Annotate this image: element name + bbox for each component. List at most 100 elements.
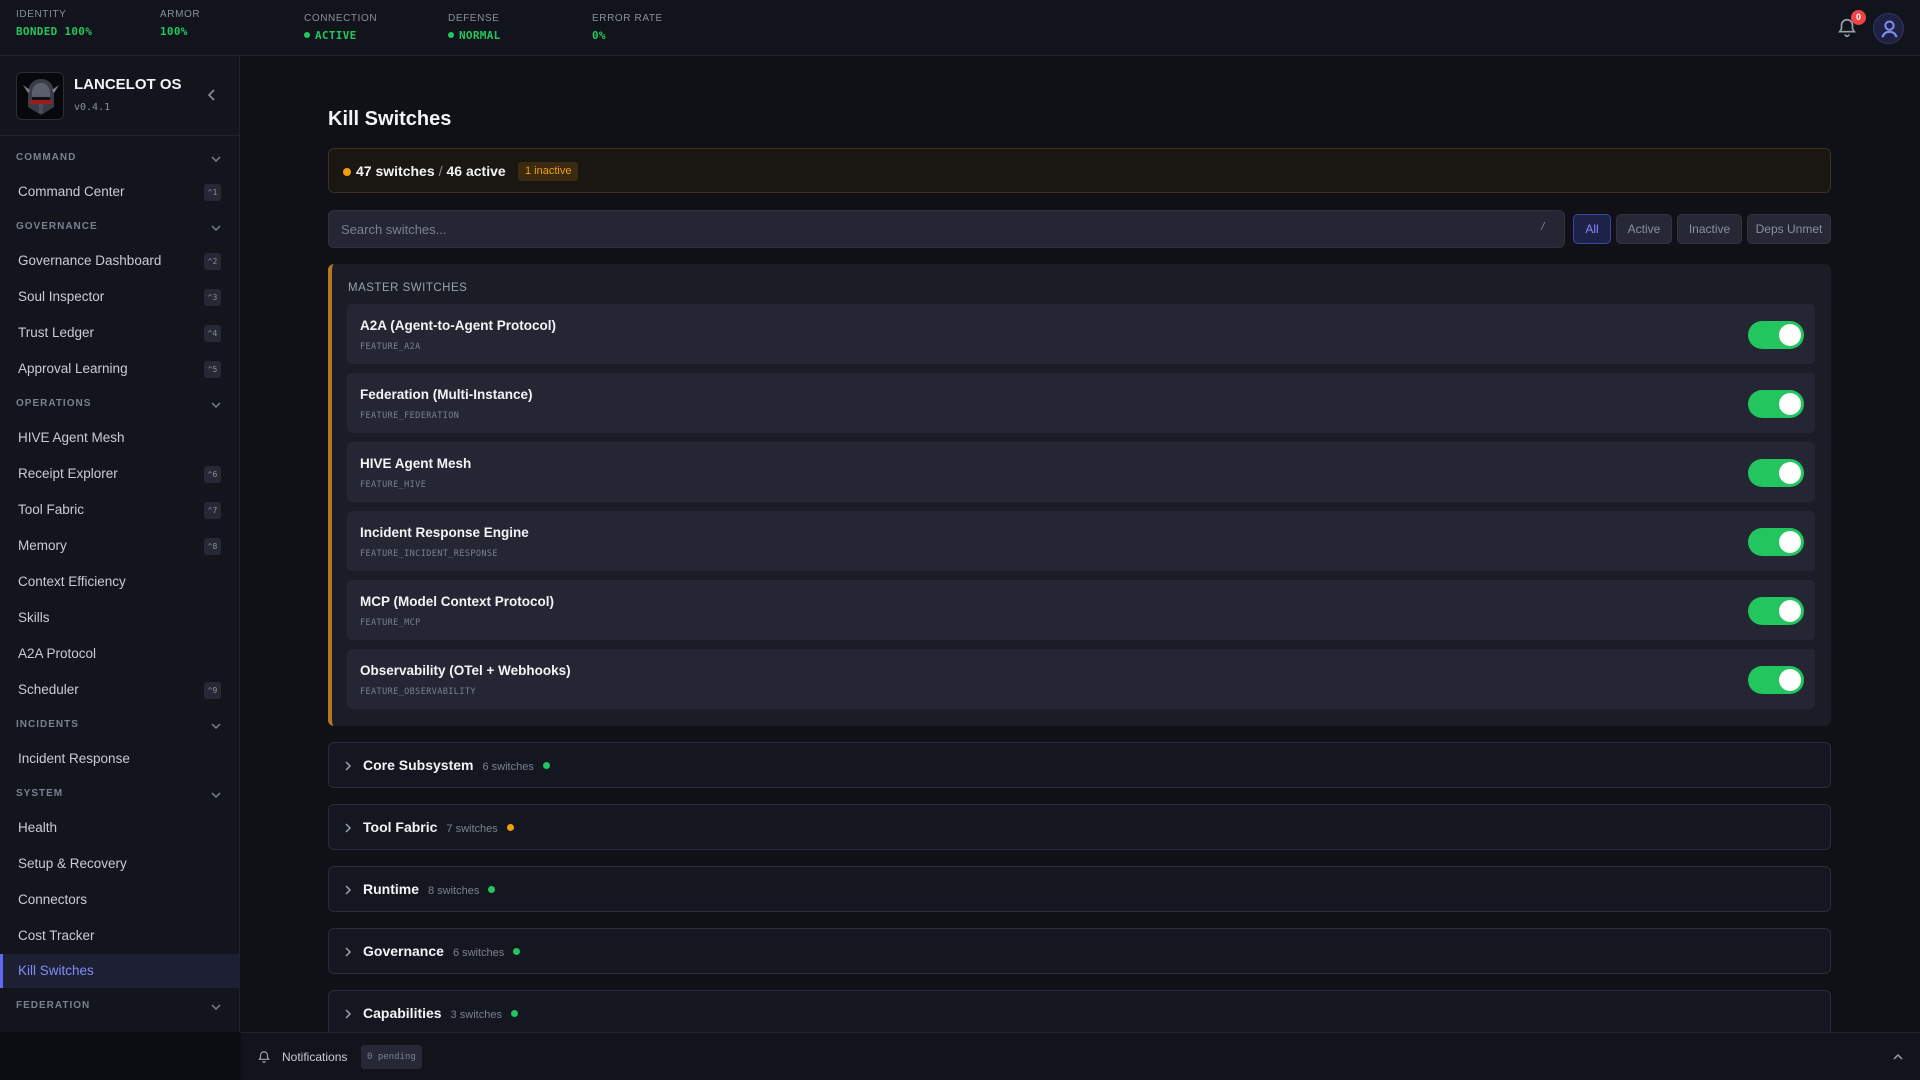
summary-text: 47 switches/46 active bbox=[356, 163, 506, 179]
avatar[interactable] bbox=[1873, 13, 1904, 44]
section-governance[interactable]: GOVERNANCE bbox=[0, 217, 240, 239]
shortcut-badge: ^1 bbox=[204, 184, 221, 201]
connection-label: CONNECTION bbox=[304, 13, 378, 24]
sidebar-item-label: Scheduler bbox=[18, 682, 79, 697]
section-incidents[interactable]: INCIDENTS bbox=[0, 715, 240, 737]
collapse-sidebar-icon[interactable] bbox=[205, 88, 219, 102]
section-operations-title: OPERATIONS bbox=[16, 398, 92, 409]
filter-all-button[interactable]: All bbox=[1573, 214, 1611, 244]
chevron-down-icon bbox=[211, 225, 221, 232]
sidebar-item-label: Setup & Recovery bbox=[18, 856, 127, 871]
sidebar-item-scheduler[interactable]: Scheduler ^9 bbox=[0, 673, 239, 707]
switch-toggle[interactable] bbox=[1748, 528, 1804, 556]
sidebar-item-label: Soul Inspector bbox=[18, 289, 105, 304]
sidebar-item-memory[interactable]: Memory ^8 bbox=[0, 529, 239, 563]
sidebar-item-cost-tracker[interactable]: Cost Tracker bbox=[0, 919, 239, 953]
group-status-dot bbox=[488, 886, 496, 893]
shortcut-badge: ^4 bbox=[204, 325, 221, 342]
toggle-knob bbox=[1779, 531, 1801, 553]
sidebar-item-tool-fabric[interactable]: Tool Fabric ^7 bbox=[0, 493, 239, 527]
chevron-right-icon bbox=[345, 1009, 352, 1019]
sidebar-item-label: A2A Protocol bbox=[18, 646, 97, 661]
switch-toggle[interactable] bbox=[1748, 321, 1804, 349]
sidebar-item-incident-response[interactable]: Incident Response bbox=[0, 742, 239, 776]
group-name: Tool Fabric bbox=[363, 819, 438, 835]
sidebar-item-a2a-protocol[interactable]: A2A Protocol bbox=[0, 637, 239, 671]
sidebar-item-setup-recovery[interactable]: Setup & Recovery bbox=[0, 847, 239, 881]
switch-code: FEATURE_A2A bbox=[360, 342, 421, 352]
switch-summary-banner: 47 switches/46 active 1 inactive bbox=[328, 148, 1831, 193]
switch-name: Incident Response Engine bbox=[360, 525, 529, 540]
sidebar-item-receipt-explorer[interactable]: Receipt Explorer ^6 bbox=[0, 457, 239, 491]
filter-active-button[interactable]: Active bbox=[1616, 214, 1672, 244]
group-status-dot bbox=[542, 762, 550, 769]
switch-name: Federation (Multi-Instance) bbox=[360, 387, 533, 402]
switch-row-mcp: MCP (Model Context Protocol) FEATURE_MCP bbox=[347, 580, 1815, 640]
sidebar-item-trust-ledger[interactable]: Trust Ledger ^4 bbox=[0, 316, 239, 350]
section-command[interactable]: COMMAND bbox=[0, 148, 240, 170]
sidebar-item-kill-switches[interactable]: Kill Switches bbox=[0, 954, 239, 988]
sidebar-item-soul-inspector[interactable]: Soul Inspector ^3 bbox=[0, 280, 239, 314]
connection-value: ACTIVE bbox=[315, 29, 357, 42]
armor-label: ARMOR bbox=[160, 9, 201, 20]
group-runtime[interactable]: Runtime 8 switches bbox=[328, 866, 1831, 912]
group-tool-fabric[interactable]: Tool Fabric 7 switches bbox=[328, 804, 1831, 850]
switch-toggle[interactable] bbox=[1748, 459, 1804, 487]
sidebar-item-label: Tool Fabric bbox=[18, 502, 85, 517]
group-capabilities[interactable]: Capabilities 3 switches bbox=[328, 990, 1831, 1036]
identity-metric: IDENTITY BONDED 100% bbox=[16, 9, 92, 38]
section-federation[interactable]: FEDERATION bbox=[0, 996, 240, 1018]
switch-row-observability: Observability (OTel + Webhooks) FEATURE_… bbox=[347, 649, 1815, 709]
brand-name: LANCELOT OS bbox=[74, 76, 182, 93]
sidebar-item-hive-agent-mesh[interactable]: HIVE Agent Mesh bbox=[0, 421, 239, 455]
switch-code: FEATURE_MCP bbox=[360, 618, 421, 628]
sidebar-item-approval-learning[interactable]: Approval Learning ^5 bbox=[0, 352, 239, 386]
sidebar-item-label: Command Center bbox=[18, 184, 125, 199]
group-name: Governance bbox=[363, 943, 444, 959]
shortcut-badge: ^3 bbox=[204, 289, 221, 306]
switch-toggle[interactable] bbox=[1748, 390, 1804, 418]
chevron-down-icon bbox=[211, 1004, 221, 1011]
sidebar-item-skills[interactable]: Skills bbox=[0, 601, 239, 635]
search-input[interactable] bbox=[328, 210, 1565, 248]
sidebar-item-label: Incident Response bbox=[18, 751, 130, 766]
error-rate-label: ERROR RATE bbox=[592, 13, 663, 24]
group-governance[interactable]: Governance 6 switches bbox=[328, 928, 1831, 974]
sidebar-item-context-efficiency[interactable]: Context Efficiency bbox=[0, 565, 239, 599]
switch-row-a2a: A2A (Agent-to-Agent Protocol) FEATURE_A2… bbox=[347, 304, 1815, 364]
section-operations[interactable]: OPERATIONS bbox=[0, 394, 240, 416]
filter-inactive-button[interactable]: Inactive bbox=[1677, 214, 1742, 244]
group-count: 6 switches bbox=[452, 947, 505, 959]
status-bar: IDENTITY BONDED 100% ARMOR 100% CONNECTI… bbox=[0, 0, 1920, 56]
chevron-up-icon[interactable] bbox=[1892, 1051, 1904, 1063]
group-name: Capabilities bbox=[363, 1005, 442, 1021]
sidebar-item-command-center[interactable]: Command Center ^1 bbox=[0, 175, 239, 209]
sidebar-item-connectors[interactable]: Connectors bbox=[0, 883, 239, 917]
sidebar-item-label: Cost Tracker bbox=[18, 928, 95, 943]
switch-toggle[interactable] bbox=[1748, 666, 1804, 694]
total-switches: 47 switches bbox=[356, 163, 435, 179]
defense-metric: DEFENSE NORMAL bbox=[448, 13, 501, 42]
filter-deps-unmet-button[interactable]: Deps Unmet bbox=[1747, 214, 1831, 244]
group-core-subsystem[interactable]: Core Subsystem 6 switches bbox=[328, 742, 1831, 788]
shortcut-badge: ^2 bbox=[204, 253, 221, 270]
group-count: 7 switches bbox=[446, 823, 498, 835]
pending-badge: 0 pending bbox=[361, 1045, 422, 1069]
switch-row-hive: HIVE Agent Mesh FEATURE_HIVE bbox=[347, 442, 1815, 502]
switch-name: Observability (OTel + Webhooks) bbox=[360, 663, 571, 678]
group-status-dot bbox=[506, 824, 514, 831]
shortcut-badge: ^5 bbox=[204, 361, 221, 378]
toggle-knob bbox=[1779, 324, 1801, 346]
sidebar-footer bbox=[0, 1032, 240, 1080]
notifications-bar[interactable]: Notifications 0 pending bbox=[241, 1032, 1920, 1080]
connection-status-dot bbox=[304, 32, 310, 38]
sidebar-item-label: Approval Learning bbox=[18, 361, 128, 376]
active-switches: 46 active bbox=[446, 163, 506, 179]
switch-code: FEATURE_INCIDENT_RESPONSE bbox=[360, 549, 498, 559]
group-count: 6 switches bbox=[482, 761, 534, 773]
sidebar-item-health[interactable]: Health bbox=[0, 811, 239, 845]
switch-toggle[interactable] bbox=[1748, 597, 1804, 625]
sidebar-item-governance-dashboard[interactable]: Governance Dashboard ^2 bbox=[0, 244, 239, 278]
section-system[interactable]: SYSTEM bbox=[0, 784, 240, 806]
group-count: 8 switches bbox=[428, 885, 480, 897]
